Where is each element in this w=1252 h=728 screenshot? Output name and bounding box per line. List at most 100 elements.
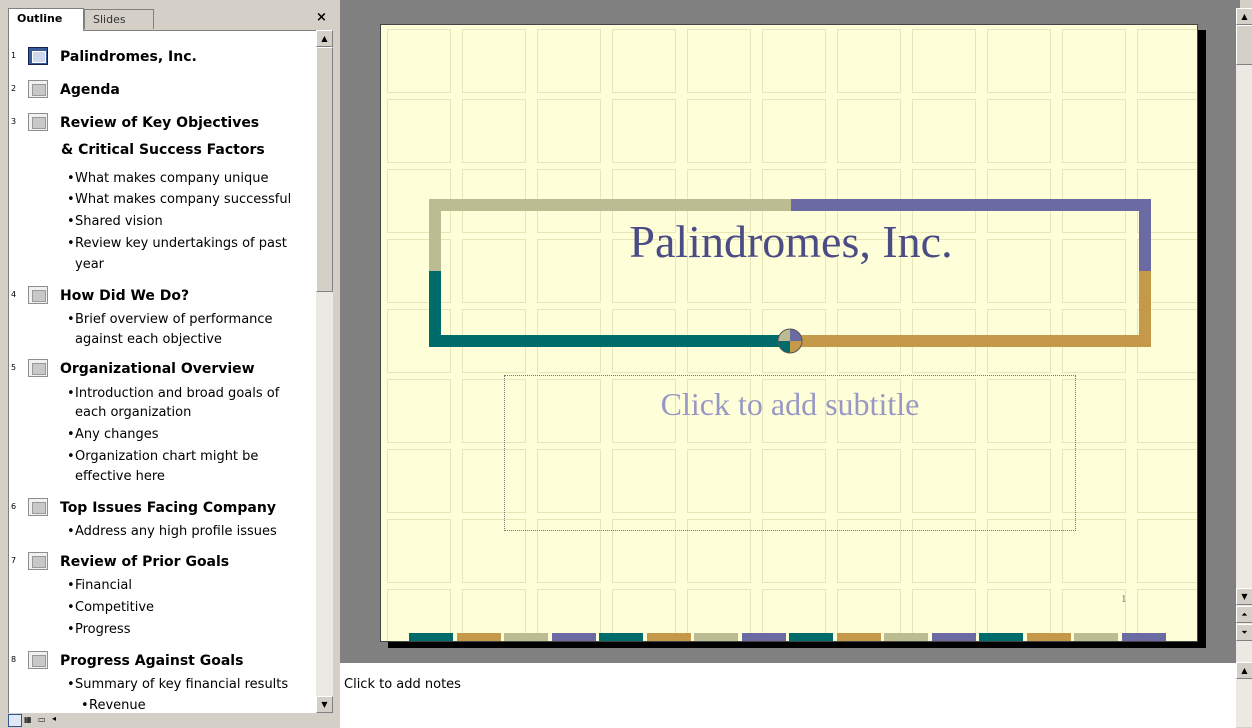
- slide-sorter-icon[interactable]: ▦: [24, 715, 34, 724]
- decorative-color-strip: [409, 633, 1169, 641]
- outline-bullet[interactable]: Organization chart might be: [67, 447, 258, 467]
- outline-slide-8[interactable]: 8 Progress Against Goals: [9, 651, 317, 671]
- slide-title-text[interactable]: Palindromes, Inc.: [441, 215, 1141, 268]
- close-icon[interactable]: ×: [316, 10, 327, 25]
- next-slide-icon[interactable]: ⏷: [1236, 624, 1252, 641]
- color-strip-segment: [646, 633, 691, 641]
- grid-cell: [762, 29, 826, 93]
- outline-bullet-text: effective here: [75, 469, 165, 484]
- grid-cell: [762, 99, 826, 163]
- grid-cell: [537, 99, 601, 163]
- slide-title[interactable]: Agenda: [60, 82, 120, 98]
- outline-sub-bullet[interactable]: Revenue: [81, 696, 146, 714]
- slide-number: 7: [11, 556, 17, 565]
- outline-slide-4[interactable]: 4 How Did We Do?: [9, 286, 317, 306]
- slide-icon[interactable]: [28, 651, 48, 669]
- outline-bullet[interactable]: What makes company unique: [67, 169, 268, 189]
- pane-tab-bar: Outline Slides ×: [0, 0, 340, 31]
- scroll-thumb[interactable]: [1236, 25, 1252, 65]
- subtitle-placeholder[interactable]: Click to add subtitle: [504, 375, 1076, 531]
- slide-scrollbar[interactable]: ▲ ▼ ⏶ ⏷: [1236, 8, 1252, 662]
- normal-view-icon[interactable]: [8, 714, 22, 727]
- scroll-up-icon[interactable]: ▲: [1236, 662, 1252, 679]
- grid-cell: [837, 29, 901, 93]
- grid-cell: [987, 99, 1051, 163]
- grid-cell: [537, 29, 601, 93]
- outline-bullet[interactable]: Financial: [67, 576, 132, 596]
- outline-bullet[interactable]: What makes company successful: [67, 190, 291, 210]
- outline-bullet[interactable]: Competitive: [67, 598, 154, 618]
- slide-canvas[interactable]: Palindromes, Inc. Click to add subtitle …: [380, 24, 1198, 642]
- slide-title[interactable]: Palindromes, Inc.: [60, 49, 197, 65]
- outline-bullet-wrap[interactable]: effective here: [65, 467, 165, 487]
- outline-bullet[interactable]: Brief overview of performance: [67, 310, 273, 330]
- slide-number: 1: [11, 51, 17, 60]
- scroll-left-icon[interactable]: ◂: [52, 714, 66, 726]
- grid-cell: [912, 99, 976, 163]
- slide-title[interactable]: Top Issues Facing Company: [60, 500, 276, 516]
- outline-bullet[interactable]: Any changes: [67, 425, 159, 445]
- outline-bullet-wrap[interactable]: against each objective: [65, 330, 222, 350]
- frame-bottom-left: [429, 335, 791, 347]
- outline-slide-1[interactable]: 1 Palindromes, Inc.: [9, 47, 317, 67]
- color-strip-segment: [836, 633, 881, 641]
- outline-bullet[interactable]: Introduction and broad goals of: [67, 384, 279, 404]
- outline-slide-6[interactable]: 6 Top Issues Facing Company: [9, 498, 317, 518]
- slide-icon[interactable]: [28, 113, 48, 131]
- slide-title-continued[interactable]: & Critical Success Factors: [61, 142, 265, 158]
- outline-bullet[interactable]: Summary of key financial results: [67, 675, 288, 695]
- scroll-down-icon[interactable]: ▼: [1236, 588, 1252, 605]
- outline-bullet-wrap[interactable]: year: [65, 255, 105, 275]
- grid-cell: [1062, 99, 1126, 163]
- color-strip-segment: [979, 633, 1023, 641]
- grid-cell: [387, 519, 451, 583]
- grid-cell: [1137, 99, 1197, 163]
- outline-bullet-wrap[interactable]: each organization: [65, 403, 191, 423]
- grid-cell: [837, 99, 901, 163]
- outline-slide-5[interactable]: 5 Organizational Overview: [9, 359, 317, 379]
- scroll-up-icon[interactable]: ▲: [316, 30, 333, 47]
- outline-pane: Outline Slides × 1 Palindromes, Inc. 2 A…: [0, 0, 340, 727]
- slide-number: 3: [11, 117, 17, 126]
- outline-slide-7[interactable]: 7 Review of Prior Goals: [9, 552, 317, 572]
- slide-title[interactable]: Review of Prior Goals: [60, 554, 229, 570]
- outline-bullet[interactable]: Review key undertakings of past: [67, 234, 287, 254]
- outline-scrollbar[interactable]: ▲ ▼: [316, 30, 333, 713]
- slide-title[interactable]: How Did We Do?: [60, 288, 189, 304]
- slideshow-icon[interactable]: ▭: [38, 715, 48, 724]
- slide-title[interactable]: Review of Key Objectives: [60, 115, 259, 131]
- notes-scrollbar[interactable]: ▲: [1236, 662, 1252, 727]
- outline-bullet[interactable]: Shared vision: [67, 212, 163, 232]
- grid-cell: [687, 29, 751, 93]
- outline-bullet[interactable]: Progress: [67, 620, 131, 640]
- notes-pane[interactable]: Click to add notes: [340, 662, 1236, 728]
- scroll-thumb[interactable]: [316, 47, 333, 292]
- slide-icon[interactable]: [28, 286, 48, 304]
- slide-icon[interactable]: [28, 47, 48, 65]
- slide-number: 6: [11, 502, 17, 511]
- tab-outline[interactable]: Outline: [8, 8, 84, 31]
- slide-title[interactable]: Organizational Overview: [60, 361, 255, 377]
- color-strip-segment: [1074, 633, 1118, 641]
- scroll-up-icon[interactable]: ▲: [1236, 8, 1252, 25]
- slide-icon[interactable]: [28, 552, 48, 570]
- previous-slide-icon[interactable]: ⏶: [1236, 606, 1252, 623]
- slide-title[interactable]: Progress Against Goals: [60, 653, 243, 669]
- color-strip-segment: [1026, 633, 1071, 641]
- slide-number: 5: [11, 363, 17, 372]
- slide-number-label: 1: [1121, 593, 1127, 605]
- notes-placeholder[interactable]: Click to add notes: [344, 677, 461, 692]
- grid-cell: [1137, 29, 1197, 93]
- outline-list[interactable]: 1 Palindromes, Inc. 2 Agenda 3 Review of…: [8, 30, 317, 714]
- outline-bullet[interactable]: Address any high profile issues: [67, 522, 277, 542]
- slide-icon[interactable]: [28, 359, 48, 377]
- outline-slide-2[interactable]: 2 Agenda: [9, 80, 317, 100]
- slide-icon[interactable]: [28, 80, 48, 98]
- outline-slide-3[interactable]: 3 Review of Key Objectives: [9, 113, 317, 133]
- tab-slides[interactable]: Slides: [84, 9, 154, 29]
- scroll-down-icon[interactable]: ▼: [316, 696, 333, 713]
- slide-icon[interactable]: [28, 498, 48, 516]
- frame-left-top: [429, 199, 441, 271]
- outline-bullet-text: year: [75, 257, 105, 272]
- grid-cell: [612, 99, 676, 163]
